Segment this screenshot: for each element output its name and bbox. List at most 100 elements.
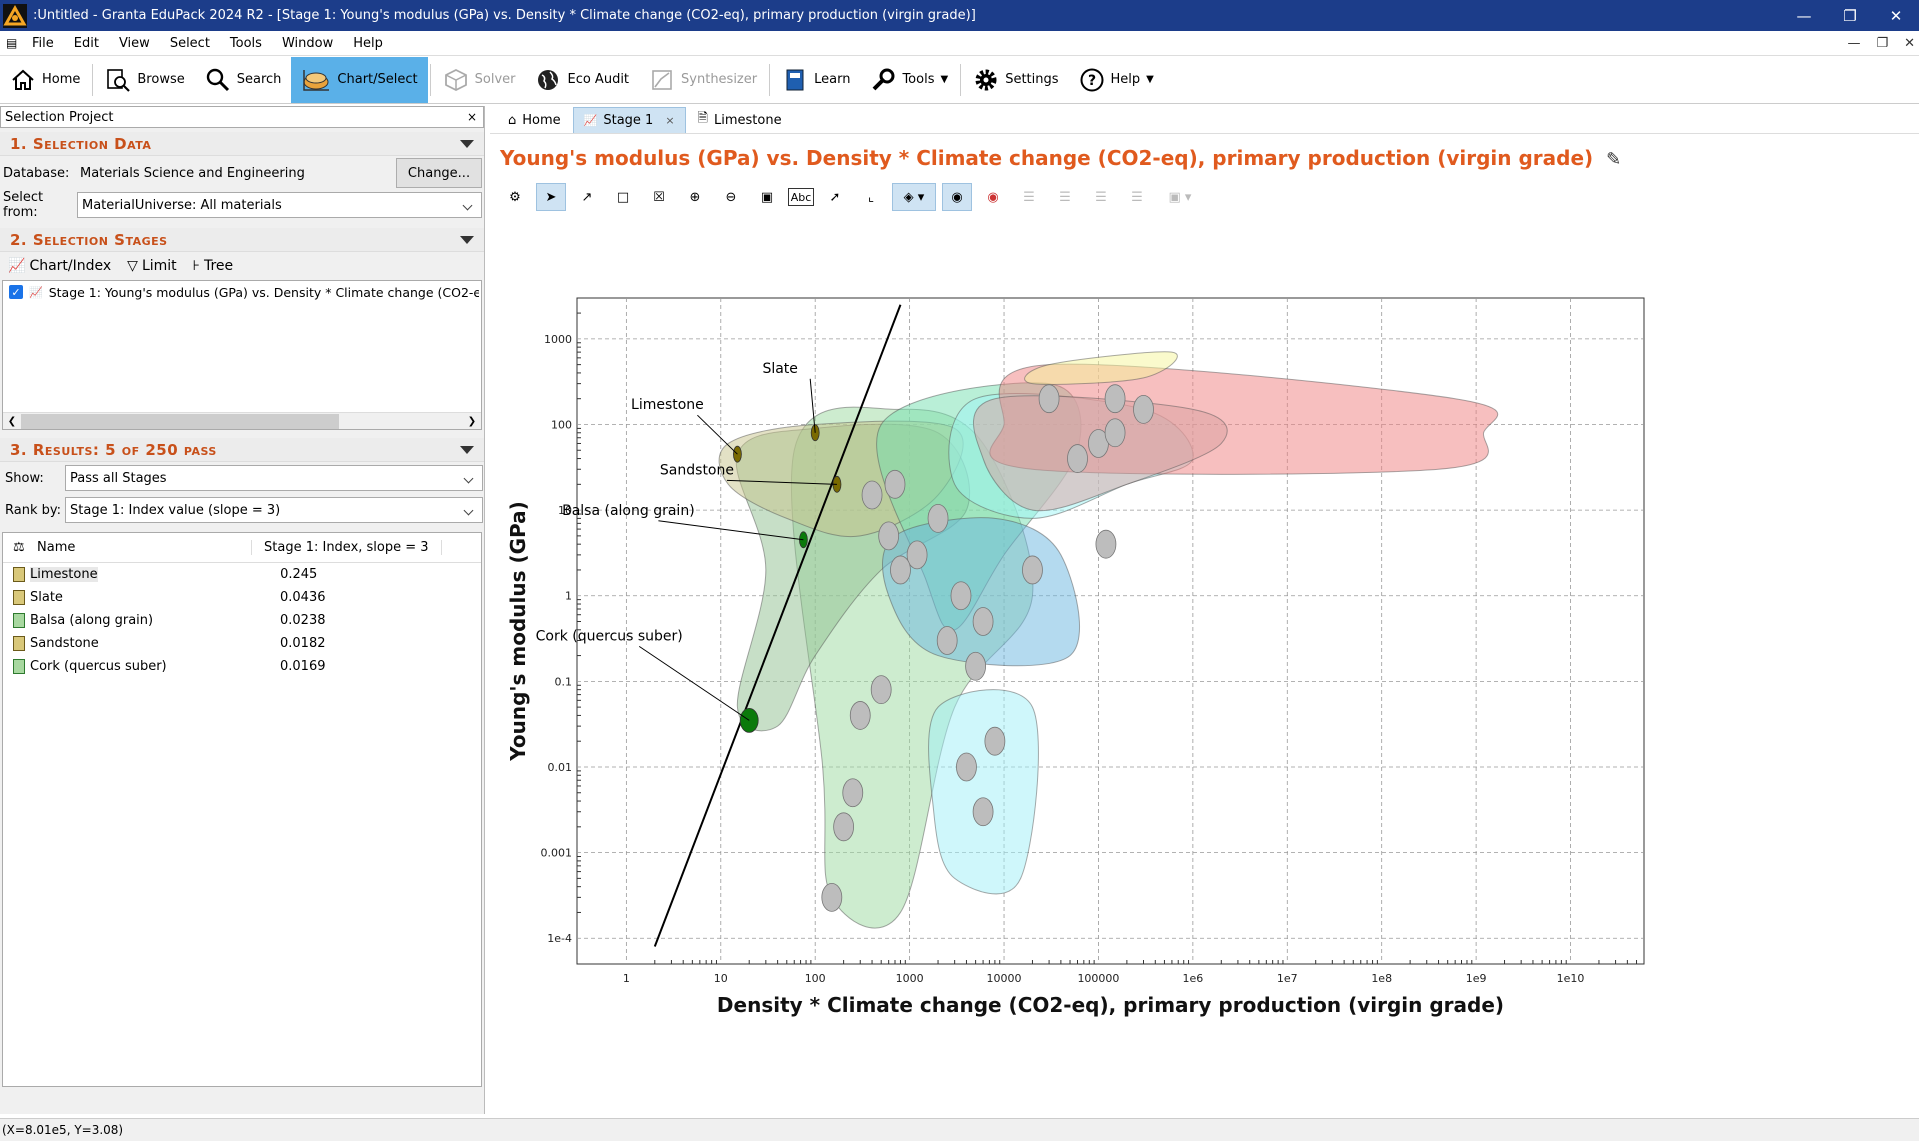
collapse-triangle-icon[interactable] xyxy=(460,235,474,244)
panel-close-icon[interactable]: × xyxy=(467,110,477,124)
chevron-down-icon: ▼ xyxy=(1146,74,1154,85)
tab-home[interactable]: ⌂ Home xyxy=(498,107,571,133)
scroll-right-icon[interactable]: ❯ xyxy=(463,416,481,427)
label-tool-1-icon[interactable]: ☰ xyxy=(1014,183,1044,211)
bubble-fill-icon[interactable]: ◉ xyxy=(942,183,972,211)
chart-select-button[interactable]: Chart/Select xyxy=(291,56,428,103)
database-label: Database: xyxy=(3,165,70,181)
result-name: Slate xyxy=(30,590,63,605)
restore-button[interactable]: ❐ xyxy=(1827,0,1873,31)
bubble-red-icon[interactable]: ◉ xyxy=(978,183,1008,211)
gear-icon xyxy=(975,69,997,90)
select-arrow-icon[interactable]: ➤ xyxy=(536,183,566,211)
material-bubble xyxy=(950,581,972,611)
settings-button[interactable]: Settings xyxy=(963,57,1068,103)
label-tool-3-icon[interactable]: ☰ xyxy=(1086,183,1116,211)
search-button[interactable]: Search xyxy=(195,57,292,103)
table-row[interactable]: Slate 0.0436 xyxy=(3,586,481,609)
section-selection-data[interactable]: 1. Selection Data xyxy=(0,132,484,156)
result-name: Limestone xyxy=(30,567,98,582)
mdi-restore-button[interactable]: ❐ xyxy=(1876,36,1888,51)
menu-tools[interactable]: Tools xyxy=(220,36,272,51)
col-header-index[interactable]: Stage 1: Index, slope = 3 xyxy=(252,540,442,555)
collapse-triangle-icon[interactable] xyxy=(460,445,474,454)
fit-view-icon[interactable]: ▣ xyxy=(752,183,782,211)
section-results[interactable]: 3. Results: 5 of 250 pass xyxy=(0,438,484,462)
stage-item[interactable]: ✓ 📈 Stage 1: Young's modulus (GPa) vs. D… xyxy=(3,281,481,303)
zoom-out-icon[interactable]: ⊖ xyxy=(716,183,746,211)
section-selection-stages[interactable]: 2. Selection Stages xyxy=(0,228,484,252)
tree-icon: ⊦ xyxy=(192,258,200,274)
material-bubble xyxy=(861,480,883,510)
zoom-in-icon[interactable]: ⊕ xyxy=(680,183,710,211)
stage-checkbox[interactable]: ✓ xyxy=(9,285,23,299)
menu-view[interactable]: View xyxy=(109,36,160,51)
table-row[interactable]: Limestone 0.245 xyxy=(3,563,481,586)
help-dropdown-button[interactable]: ? Help ▼ xyxy=(1069,57,1164,103)
collapse-triangle-icon[interactable] xyxy=(460,139,474,148)
tab-stage-1[interactable]: 📈 Stage 1 × xyxy=(572,107,686,133)
rank-by-dropdown[interactable]: Stage 1: Index value (slope = 3) xyxy=(65,497,483,523)
learn-button[interactable]: Learn xyxy=(772,57,860,103)
limit-button[interactable]: ▽ Limit xyxy=(127,258,177,274)
eco-audit-button[interactable]: Eco Audit xyxy=(525,57,639,103)
solver-button[interactable]: Solver xyxy=(433,57,526,103)
envelope-tool-icon[interactable]: ⌞ xyxy=(856,183,886,211)
mdi-close-button[interactable]: ✕ xyxy=(1904,36,1915,51)
home-button[interactable]: Home xyxy=(0,57,90,103)
selection-line-icon[interactable]: ➚ xyxy=(820,183,850,211)
select-from-dropdown[interactable]: MaterialUniverse: All materials xyxy=(77,192,482,218)
table-row[interactable]: Cork (quercus suber) 0.0169 xyxy=(3,655,481,678)
wrench-icon xyxy=(873,68,895,90)
table-row[interactable]: Balsa (along grain) 0.0238 xyxy=(3,609,481,632)
x-axis-label: Density * Climate change (CO2-eq), prima… xyxy=(717,993,1504,1017)
tab-close-icon[interactable]: × xyxy=(665,114,674,127)
delete-box-icon[interactable]: ☒ xyxy=(644,183,674,211)
line-tool-icon[interactable]: ↗ xyxy=(572,183,602,211)
box-tool-icon[interactable]: □ xyxy=(608,183,638,211)
synthesizer-button[interactable]: Synthesizer xyxy=(639,57,767,103)
scroll-left-icon[interactable]: ❮ xyxy=(3,416,21,427)
result-index-value: 0.0182 xyxy=(280,636,326,651)
chart-plot[interactable]: 1 10 100 1000 10000 100000 1e6 1e7 1e8 1e9 1e10 100… xyxy=(490,214,1919,1114)
datasheet-icon: 🗎 xyxy=(697,111,708,126)
filter-icon: ▽ xyxy=(127,258,138,274)
material-bubble xyxy=(884,469,906,499)
search-icon xyxy=(206,68,229,91)
table-row[interactable]: Sandstone 0.0182 xyxy=(3,632,481,655)
chart-view: ⌂ Home 📈 Stage 1 × 🗎 Limestone Young's modul… xyxy=(490,106,1919,1114)
mdi-minimize-button[interactable]: — xyxy=(1847,36,1860,51)
edit-title-icon[interactable]: ✎ xyxy=(1606,149,1621,170)
menu-window[interactable]: Window xyxy=(272,36,343,51)
panel-title: Selection Project xyxy=(5,109,114,125)
menu-edit[interactable]: Edit xyxy=(64,36,109,51)
text-label-icon[interactable]: Abc xyxy=(788,188,814,206)
chart-settings-icon[interactable]: ⚙ xyxy=(500,183,530,211)
bubble-view-icon[interactable]: ◈ ▾ xyxy=(892,183,936,211)
menu-select[interactable]: Select xyxy=(160,36,220,51)
horizontal-scrollbar[interactable]: ❮ ❯ xyxy=(3,412,481,429)
show-dropdown[interactable]: Pass all Stages xyxy=(65,465,483,491)
minimize-button[interactable]: — xyxy=(1781,0,1827,31)
help-icon: ? xyxy=(1080,68,1104,91)
menu-help[interactable]: Help xyxy=(343,36,393,51)
y-tick-label: 100 xyxy=(551,418,572,431)
col-header-name[interactable]: Name xyxy=(37,540,252,555)
scrollbar-thumb[interactable] xyxy=(21,413,339,429)
menu-file[interactable]: File xyxy=(22,36,64,51)
export-dropdown-icon[interactable]: ▣ ▾ xyxy=(1158,183,1202,211)
browse-button[interactable]: Browse xyxy=(95,57,194,103)
label-tool-4-icon[interactable]: ☰ xyxy=(1122,183,1152,211)
tab-limestone[interactable]: 🗎 Limestone xyxy=(688,107,792,133)
material-bubble xyxy=(833,812,855,842)
tree-button[interactable]: ⊦ Tree xyxy=(193,258,233,274)
label-tool-2-icon[interactable]: ☰ xyxy=(1050,183,1080,211)
material-bubble xyxy=(821,882,843,912)
scale-icon[interactable]: ⚖ xyxy=(3,540,37,555)
material-bubble xyxy=(984,726,1006,756)
tools-dropdown-button[interactable]: Tools ▼ xyxy=(860,57,958,103)
close-window-button[interactable]: ✕ xyxy=(1873,0,1919,31)
x-tick-label: 1e8 xyxy=(1371,972,1392,985)
chart-index-button[interactable]: 📈 Chart/Index xyxy=(8,258,111,274)
change-database-button[interactable]: Change... xyxy=(396,158,482,188)
